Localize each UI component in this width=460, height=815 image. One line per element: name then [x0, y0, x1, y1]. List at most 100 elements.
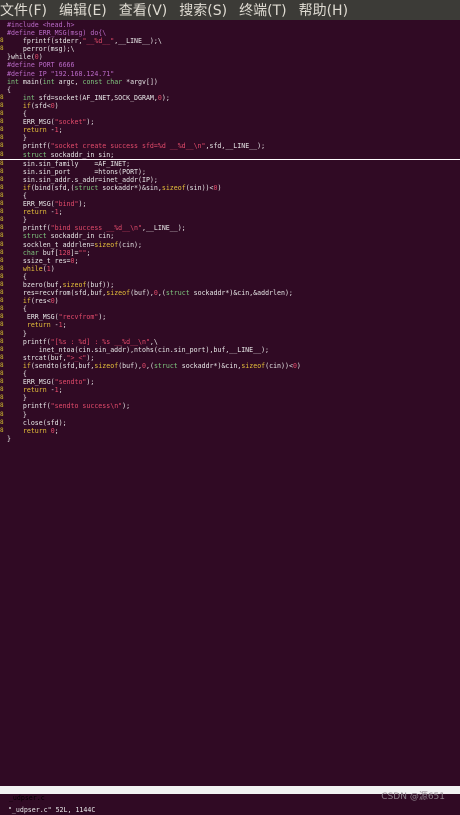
line-gutter: 8 — [0, 272, 4, 280]
code-line[interactable]: 8 } — [0, 134, 460, 142]
code-token: perror(msg);\ — [7, 45, 75, 54]
code-token: while — [7, 264, 43, 273]
code-line[interactable]: 8 } — [0, 216, 460, 224]
code-line[interactable]: 8 while(1) — [0, 265, 460, 273]
line-gutter: 8 — [0, 232, 4, 240]
code-line[interactable]: 8 bzero(buf,sizeof(buf)); — [0, 281, 460, 289]
code-line[interactable]: 8 { — [0, 305, 460, 313]
code-line[interactable]: 8 { — [0, 110, 460, 118]
code-token: int — [42, 77, 55, 86]
line-gutter: 8 — [0, 101, 4, 109]
code-token: ,sfd,__LINE__); — [205, 142, 266, 151]
code-text: int main(int argc, const char *argv[]) — [7, 78, 158, 86]
code-line[interactable]: 8 return -1; — [0, 208, 460, 216]
code-token: "__%d__" — [82, 37, 115, 46]
code-text: { — [7, 86, 11, 94]
code-token: sockaddr_in cin; — [46, 232, 115, 241]
line-gutter: 8 — [0, 150, 4, 158]
code-editor[interactable]: #include <head.h> #define ERR_MSG(msg) do… — [0, 21, 460, 785]
code-line[interactable]: } — [0, 435, 460, 443]
code-line[interactable]: 8 } — [0, 394, 460, 402]
code-token: "[%s : %d] : %s __%d__\n" — [50, 337, 150, 346]
code-token: "sendto success\n" — [50, 402, 123, 411]
code-line[interactable]: 8 ERR_MSG("socket"); — [0, 118, 460, 126]
code-token: - — [46, 386, 55, 395]
code-token: (cin))< — [265, 361, 293, 370]
code-line[interactable]: 8 char buf[128]=""; — [0, 249, 460, 257]
code-line[interactable]: #define IP "192.168.124.71" — [0, 70, 460, 78]
code-line[interactable]: 8 if(sfd<0) — [0, 102, 460, 110]
code-line[interactable]: 8 sin.sin_family =AF_INET; — [0, 160, 460, 168]
line-gutter: 8 — [0, 224, 4, 232]
code-line[interactable]: #define ERR_MSG(msg) do{\ — [0, 29, 460, 37]
code-line[interactable]: 8 printf("socket create success sfd=%d _… — [0, 142, 460, 150]
code-line[interactable]: 8 printf("bind success __%d__\n",__LINE_… — [0, 224, 460, 232]
code-token: } — [7, 434, 11, 443]
code-line[interactable]: 8 inet_ntoa(cin.sin_addr),ntohs(cin.sin_… — [0, 346, 460, 354]
code-token: ,__LINE__); — [141, 224, 186, 233]
code-token: char — [7, 248, 39, 257]
code-token: ,\ — [149, 337, 158, 346]
code-line[interactable]: 8 printf("sendto success\n"); — [0, 402, 460, 410]
code-token: sin.sin_family =AF_INET; — [7, 159, 131, 168]
menu-view[interactable]: 查看(V) — [119, 0, 172, 20]
code-line[interactable]: 8 if(bind(sfd,(struct sockaddr*)&sin,siz… — [0, 184, 460, 192]
code-text: return -1; — [7, 208, 63, 216]
code-line[interactable]: }while(0) — [0, 53, 460, 61]
code-line[interactable]: 8 return -1; — [0, 386, 460, 394]
code-line[interactable]: 8 return 0; — [0, 427, 460, 435]
code-line[interactable]: 8 printf("[%s : %d] : %s __%d__\n",\ — [0, 338, 460, 346]
line-gutter: 8 — [0, 45, 4, 53]
code-line[interactable]: 8 struct sockaddr_in cin; — [0, 232, 460, 240]
code-line[interactable]: 8 } — [0, 411, 460, 419]
code-text: #define ERR_MSG(msg) do{\ — [7, 29, 106, 37]
code-token: ]= — [70, 248, 79, 257]
code-token: return — [7, 126, 47, 135]
code-line[interactable]: 8 { — [0, 370, 460, 378]
code-line[interactable]: int main(int argc, const char *argv[]) — [0, 78, 460, 86]
menu-file[interactable]: 文件(F) — [0, 0, 51, 20]
menu-terminal[interactable]: 终端(T) — [239, 0, 290, 20]
code-line[interactable]: 8 return -1; — [0, 126, 460, 134]
code-line[interactable]: 8 ERR_MSG("recvfrom"); — [0, 313, 460, 321]
code-line[interactable]: 8 ERR_MSG("bind"); — [0, 200, 460, 208]
code-line[interactable]: 8 sin.sin_addr.s_addr=inet_addr(IP); — [0, 176, 460, 184]
code-text: socklen_t addrlen=sizeof(cin); — [7, 241, 142, 249]
menu-help[interactable]: 帮助(H) — [299, 0, 352, 20]
code-line[interactable]: 8 fprintf(stderr,"__%d__",__LINE__);\ — [0, 37, 460, 45]
code-line[interactable]: 8 { — [0, 192, 460, 200]
code-token: ERR_MSG( — [7, 200, 55, 209]
line-gutter: 8 — [0, 378, 4, 386]
code-line[interactable]: 8 if(sendto(sfd,buf,sizeof(buf),0,(struc… — [0, 362, 460, 370]
menu-edit[interactable]: 编辑(E) — [59, 0, 111, 20]
code-line[interactable]: 8 } — [0, 330, 460, 338]
code-token: } — [7, 216, 27, 225]
line-gutter: 8 — [0, 240, 4, 248]
line-gutter: 8 — [0, 370, 4, 378]
code-line[interactable]: #define PORT 6666 — [0, 61, 460, 69]
code-line[interactable]: 8 perror(msg);\ — [0, 45, 460, 53]
code-line[interactable]: 8 int sfd=socket(AF_INET,SOCK_DGRAM,0); — [0, 94, 460, 102]
code-text: return -1; — [7, 126, 63, 134]
menu-search[interactable]: 搜索(S) — [179, 0, 231, 20]
code-line[interactable]: 8 struct sockaddr_in sin; — [0, 151, 460, 160]
code-token: } — [7, 394, 27, 403]
line-gutter: 8 — [0, 353, 4, 361]
code-token: (bind(sfd,( — [30, 183, 75, 192]
code-line[interactable]: 8 socklen_t addrlen=sizeof(cin); — [0, 241, 460, 249]
code-line[interactable]: 8 res=recvfrom(sfd,buf,sizeof(buf),0,(st… — [0, 289, 460, 297]
line-gutter: 8 — [0, 200, 4, 208]
code-line[interactable]: 8 { — [0, 273, 460, 281]
line-gutter: 8 — [0, 216, 4, 224]
code-line[interactable]: 8 return -1; — [0, 321, 460, 329]
code-line[interactable]: 8 ssize_t res=0; — [0, 257, 460, 265]
code-line[interactable]: 8 if(res<0) — [0, 297, 460, 305]
code-line[interactable]: #include <head.h> — [0, 21, 460, 29]
code-line[interactable]: { — [0, 86, 460, 94]
code-line[interactable]: 8 sin.sin_port =htons(PORT); — [0, 168, 460, 176]
code-token: (res< — [30, 297, 51, 306]
code-line[interactable]: 8 strcat(buf,">_<"); — [0, 354, 460, 362]
code-text: } — [7, 330, 27, 338]
code-line[interactable]: 8 ERR_MSG("sendto"); — [0, 378, 460, 386]
code-line[interactable]: 8 close(sfd); — [0, 419, 460, 427]
